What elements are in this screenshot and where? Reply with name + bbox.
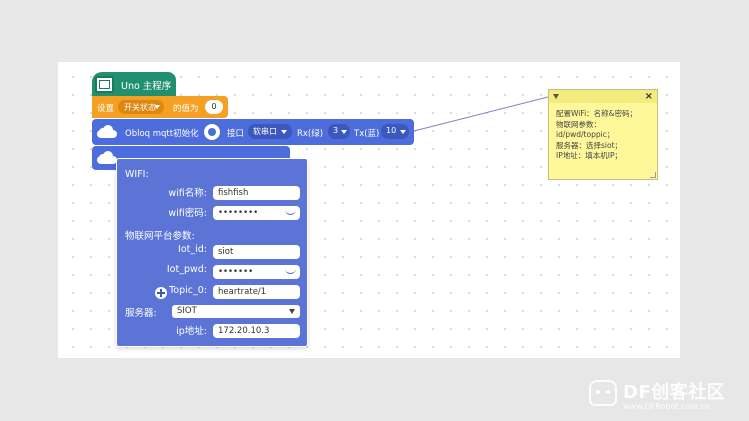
- obloq-mqtt-init-block[interactable]: Obloq mqtt初始化 接口 软串口 Rx(绿) 3 Tx(蓝) 10: [92, 119, 414, 145]
- wifi-password-input[interactable]: ••••••••: [213, 206, 300, 220]
- wifi-name-label: wifi名称:: [168, 188, 207, 199]
- topic-input[interactable]: heartrate/1: [213, 285, 300, 299]
- rx-label: Rx(绿): [297, 129, 324, 139]
- show-password-icon[interactable]: [285, 268, 296, 274]
- chevron-down-icon: [341, 130, 347, 134]
- cloud-icon: [97, 151, 117, 165]
- server-select[interactable]: SIOT: [172, 305, 300, 318]
- port-value: 软串口: [253, 127, 277, 136]
- set-label: 设置: [97, 104, 115, 114]
- port-dropdown[interactable]: 软串口: [248, 124, 292, 139]
- wifi-name-input[interactable]: fishfish: [213, 186, 300, 200]
- chevron-down-icon: [289, 309, 295, 314]
- chevron-down-icon: [400, 130, 406, 134]
- ip-address-input[interactable]: 172.20.10.3: [213, 324, 300, 338]
- ip-address-label: ip地址:: [176, 326, 207, 337]
- server-label: 服务器:: [125, 308, 157, 319]
- uno-main-program-block[interactable]: Uno 主程序: [92, 72, 176, 97]
- server-value: SIOT: [177, 306, 197, 316]
- tx-label: Tx(蓝): [354, 129, 380, 139]
- value-input[interactable]: 0: [205, 100, 223, 114]
- value-is-label: 的值为: [173, 104, 199, 114]
- tx-value: 10: [386, 126, 397, 135]
- resize-handle-icon[interactable]: [650, 172, 656, 178]
- iot-password-input[interactable]: •••••••: [213, 265, 300, 279]
- iot-id-input[interactable]: siot: [213, 245, 300, 259]
- topic-label: Topic_0:: [169, 285, 207, 296]
- wifi-password-label: wifi密码:: [168, 208, 207, 219]
- comment-text[interactable]: 配置WiFi：名称&密码； 物联网参数： id/pwd/toppic； 服务器：…: [556, 109, 654, 162]
- show-password-icon[interactable]: [285, 209, 296, 215]
- port-label: 接口: [227, 129, 245, 139]
- set-variable-block[interactable]: 设置 开关状态 的值为 0: [92, 96, 228, 118]
- tx-dropdown[interactable]: 10: [381, 124, 409, 139]
- variable-dropdown[interactable]: 开关状态: [118, 100, 164, 114]
- watermark-url: www.DFRobot.com.cn: [623, 402, 711, 411]
- collapse-triangle-icon[interactable]: [553, 94, 559, 99]
- wifi-section-header: WIFI:: [125, 169, 149, 180]
- iot-password-value: •••••••: [218, 267, 254, 277]
- iot-id-label: Iot_id:: [178, 244, 207, 255]
- chevron-down-icon: [281, 130, 287, 134]
- rx-value: 3: [333, 126, 339, 135]
- add-topic-icon[interactable]: [155, 287, 167, 299]
- comment-bubble[interactable]: × 配置WiFi：名称&密码； 物联网参数： id/pwd/toppic； 服务…: [548, 89, 658, 180]
- robot-logo-icon: [589, 380, 617, 406]
- comment-title-bar[interactable]: ×: [549, 90, 657, 103]
- mqtt-init-title: Obloq mqtt初始化: [125, 129, 199, 139]
- uno-board-icon: [95, 76, 114, 93]
- iot-password-label: Iot_pwd:: [166, 264, 207, 275]
- gear-icon[interactable]: [204, 124, 220, 140]
- watermark: DF创客社区 www.DFRobot.com.cn: [589, 376, 739, 416]
- variable-name: 开关状态: [124, 103, 156, 112]
- watermark-title: DF创客社区: [623, 382, 726, 403]
- main-program-label: Uno 主程序: [121, 81, 172, 92]
- chevron-down-icon: [154, 105, 160, 109]
- mqtt-settings-popup: WIFI: wifi名称: fishfish wifi密码: •••••••• …: [116, 158, 308, 347]
- cloud-icon: [97, 125, 117, 139]
- close-icon[interactable]: ×: [645, 90, 653, 103]
- wifi-password-value: ••••••••: [218, 208, 259, 218]
- iot-section-header: 物联网平台参数:: [125, 231, 195, 242]
- rx-dropdown[interactable]: 3: [328, 124, 350, 139]
